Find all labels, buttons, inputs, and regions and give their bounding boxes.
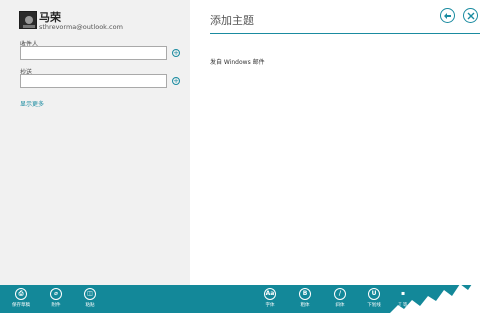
subject-underline bbox=[210, 33, 480, 34]
close-icon bbox=[467, 12, 474, 19]
torn-paper-edge bbox=[390, 270, 500, 313]
plus-icon: + bbox=[173, 48, 179, 57]
message-body[interactable]: 发自 Windows 邮件 bbox=[210, 57, 265, 66]
sender-email: sthrevorma@outlook.com bbox=[39, 23, 123, 31]
paste-label: 粘贴 bbox=[85, 303, 95, 308]
plus-icon: + bbox=[173, 76, 179, 85]
close-button[interactable] bbox=[463, 8, 478, 23]
save-draft-label: 保存草稿 bbox=[12, 303, 30, 308]
add-cc-button[interactable]: + bbox=[172, 77, 180, 85]
show-more-link[interactable]: 显示更多 bbox=[20, 99, 44, 108]
add-recipient-button[interactable]: + bbox=[172, 49, 180, 57]
cc-field[interactable] bbox=[20, 74, 167, 88]
attachment-label: 附件 bbox=[51, 303, 61, 308]
bold-icon: B bbox=[299, 288, 311, 300]
paste-button[interactable]: ◫ 粘贴 bbox=[79, 288, 101, 308]
attachment-icon: ⌀ bbox=[50, 288, 62, 300]
font-icon: Aa bbox=[264, 288, 276, 300]
subject-input[interactable]: 添加主题 bbox=[210, 12, 254, 28]
bold-label: 粗体 bbox=[300, 303, 310, 308]
attachment-button[interactable]: ⌀ 附件 bbox=[45, 288, 67, 308]
underline-label: 下划线 bbox=[367, 303, 381, 308]
underline-button[interactable]: U 下划线 bbox=[363, 288, 385, 308]
underline-icon: U bbox=[368, 288, 380, 300]
font-button[interactable]: Aa 字体 bbox=[259, 288, 281, 308]
bold-button[interactable]: B 粗体 bbox=[294, 288, 316, 308]
send-button[interactable] bbox=[440, 8, 455, 23]
avatar bbox=[19, 11, 37, 29]
send-icon bbox=[444, 13, 451, 19]
font-label: 字体 bbox=[265, 303, 275, 308]
italic-icon: / bbox=[334, 288, 346, 300]
italic-label: 斜体 bbox=[335, 303, 345, 308]
italic-button[interactable]: / 斜体 bbox=[329, 288, 351, 308]
compose-body-pane bbox=[190, 0, 500, 285]
save-draft-icon: ⎙ bbox=[15, 288, 27, 300]
to-field[interactable] bbox=[20, 46, 167, 60]
paste-icon: ◫ bbox=[84, 288, 96, 300]
save-draft-button[interactable]: ⎙ 保存草稿 bbox=[10, 288, 32, 308]
